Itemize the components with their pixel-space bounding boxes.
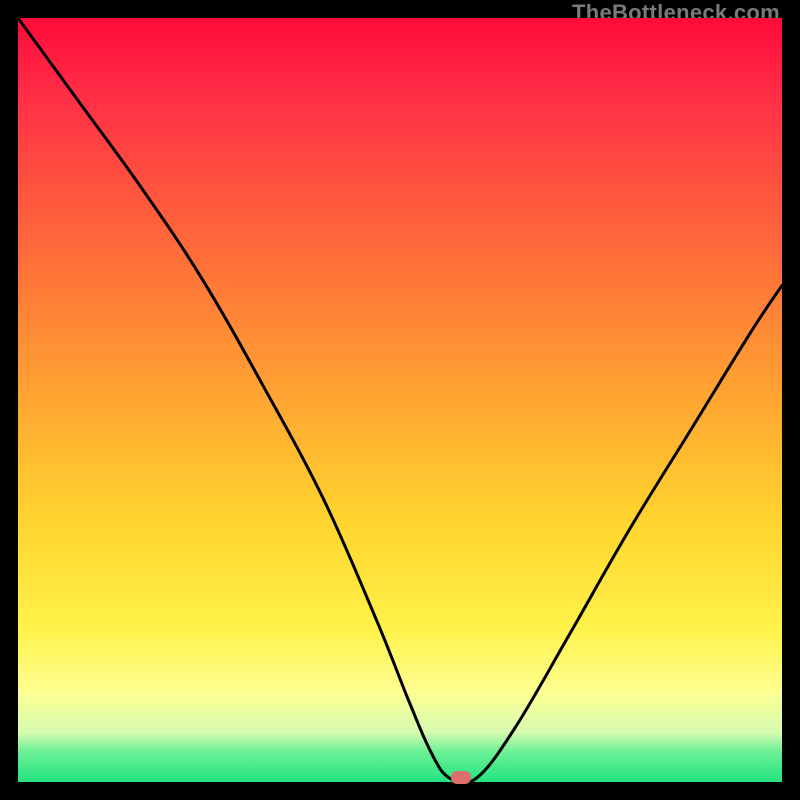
chart-frame: TheBottleneck.com: [0, 0, 800, 800]
plot-area: [18, 18, 782, 782]
curve-path: [18, 18, 782, 782]
minimum-marker: [451, 771, 471, 784]
bottleneck-curve: [18, 18, 782, 782]
